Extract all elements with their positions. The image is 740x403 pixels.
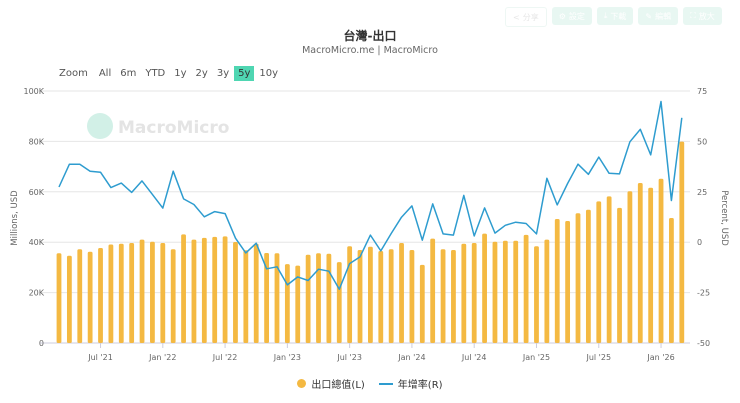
bar-2024-06: [461, 243, 467, 343]
bar-2025-08: [606, 196, 612, 343]
bar-2024-01: [409, 250, 415, 343]
y-tick-right: 0: [697, 238, 702, 247]
legend-item-yoy[interactable]: 年增率(R): [378, 376, 443, 391]
y-tick-right: 75: [697, 87, 707, 96]
bar-2024-09: [492, 241, 498, 343]
bar-2025-10: [627, 191, 633, 343]
bar-2025-05: [575, 213, 581, 343]
bar-2022-06: [212, 236, 218, 343]
bar-2023-11: [388, 249, 394, 343]
y-tick-left: 0: [39, 339, 44, 348]
bar-2023-09: [368, 246, 373, 343]
x-tick-label: Jan '25: [522, 353, 550, 362]
legend-marker-bar: [297, 379, 307, 388]
bar-2022-09: [243, 250, 249, 343]
y-axis-label-right: Percent, USD: [719, 190, 729, 246]
bar-2025-04: [565, 221, 571, 343]
y-tick-left: 20K: [29, 289, 45, 298]
y-tick-left: 40K: [29, 238, 45, 247]
x-tick-label: Jul '25: [585, 353, 611, 362]
bar-2024-03: [430, 238, 436, 343]
bar-2022-02: [170, 249, 176, 343]
y-tick-left: 60K: [29, 188, 45, 197]
bar-2025-01: [534, 246, 539, 343]
x-tick-label: Jul '21: [87, 353, 113, 362]
bar-2021-06: [87, 251, 93, 343]
y-tick-left: 80K: [29, 137, 45, 146]
bar-2021-10: [129, 242, 135, 343]
bar-2022-10: [253, 243, 259, 343]
bar-2025-11: [637, 182, 643, 343]
bar-2022-03: [181, 234, 186, 343]
bar-2023-07: [347, 246, 353, 343]
x-tick-label: Jul '24: [461, 353, 487, 362]
bar-2021-03: [56, 253, 62, 343]
bar-2025-02: [544, 239, 550, 343]
bar-2022-04: [191, 239, 197, 343]
bar-2025-09: [617, 207, 622, 343]
bar-2024-04: [440, 249, 446, 343]
bar-2026-03: [679, 141, 685, 343]
bar-2024-05: [451, 250, 456, 343]
bar-2024-08: [482, 233, 487, 343]
bar-2024-11: [513, 240, 519, 343]
y-axis-label-left: Millions, USD: [10, 190, 20, 246]
bar-2025-06: [585, 209, 591, 343]
x-tick-label: Jul '22: [212, 353, 238, 362]
bar-2023-06: [336, 262, 342, 343]
legend: 出口總值(L) 年增率(R): [0, 376, 740, 391]
x-tick-label: Jan '26: [646, 353, 674, 362]
legend-marker-line: [378, 382, 393, 385]
bar-2025-12: [648, 187, 654, 343]
bar-2025-07: [596, 201, 602, 343]
y-tick-right: -50: [697, 339, 710, 348]
bar-2026-01: [658, 178, 664, 343]
bar-2025-03: [554, 219, 560, 343]
bar-2024-12: [523, 234, 529, 343]
y-tick-right: 50: [697, 137, 707, 146]
x-tick-label: Jan '22: [148, 353, 176, 362]
bar-2023-05: [326, 253, 332, 343]
bar-2023-03: [305, 254, 311, 343]
bar-2022-01: [160, 242, 166, 343]
bar-2026-02: [669, 218, 674, 343]
y-tick-right: -25: [697, 289, 710, 298]
x-tick-label: Jan '24: [397, 353, 425, 362]
bar-2021-04: [66, 255, 72, 343]
bar-2023-04: [316, 253, 321, 343]
bar-2022-05: [201, 237, 207, 343]
bar-2022-07: [222, 236, 228, 343]
bar-2024-02: [419, 264, 425, 343]
bar-2021-08: [108, 244, 114, 343]
watermark: MacroMicro: [118, 118, 229, 138]
bar-2021-07: [98, 247, 103, 343]
bar-2021-12: [150, 241, 155, 343]
bar-2023-12: [399, 242, 404, 343]
x-tick-label: Jan '23: [273, 353, 301, 362]
chart-plot: 0 -50 20K -25 40K 0 60K 25 80K 50 100K 75 MacroMicro…: [10, 87, 729, 362]
bar-2022-08: [233, 241, 238, 343]
y-tick-right: 25: [697, 188, 707, 197]
bar-2021-05: [77, 249, 83, 343]
bar-2024-07: [471, 242, 477, 343]
bar-2024-10: [502, 240, 508, 343]
bar-2023-01: [284, 264, 290, 343]
legend-item-exports[interactable]: 出口總值(L): [297, 376, 365, 391]
y-tick-left: 100K: [23, 87, 44, 96]
bar-2023-08: [357, 250, 363, 343]
watermark-logo-icon: [87, 113, 113, 139]
x-tick-label: Jul '23: [336, 353, 362, 362]
bar-2023-10: [378, 251, 384, 343]
bar-2021-09: [118, 243, 124, 343]
bar-2021-11: [139, 239, 145, 343]
